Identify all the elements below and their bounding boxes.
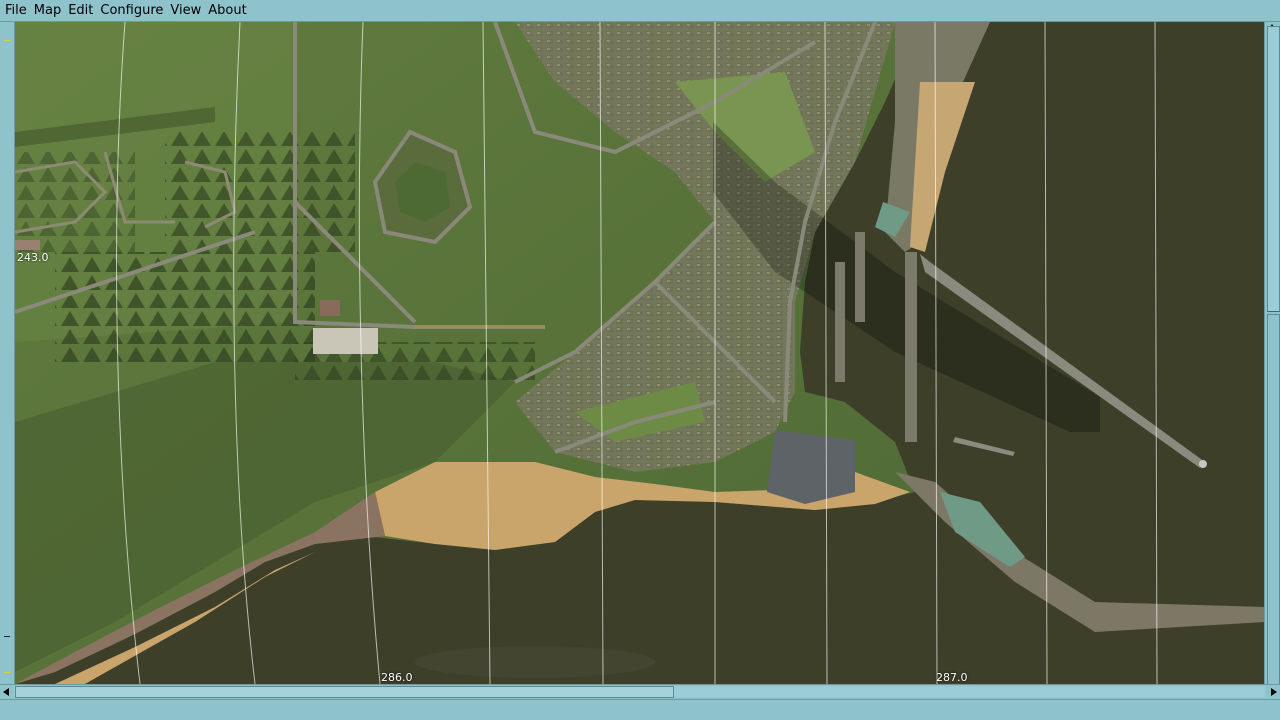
large-hangar (767, 430, 855, 504)
grid-label-x: 287.0 (936, 671, 968, 684)
ruler-marker (4, 40, 10, 41)
horizontal-scrollbar[interactable] (0, 684, 1280, 699)
horizontal-scroll-thumb[interactable] (15, 686, 674, 698)
jetty (905, 252, 917, 442)
ruler-marker (4, 636, 10, 637)
ruler-marker (4, 672, 10, 673)
vertical-scroll-thumb[interactable] (1267, 26, 1280, 312)
jetty (835, 262, 845, 382)
building (313, 328, 378, 354)
building (320, 300, 340, 316)
menu-about[interactable]: About (204, 0, 249, 21)
menu-configure[interactable]: Configure (96, 0, 166, 21)
menu-view[interactable]: View (166, 0, 204, 21)
grid-label-y: 243.0 (17, 251, 49, 264)
map-view[interactable]: 243.0 286.0 287.0 (15, 22, 1265, 684)
menu-bar: File Map Edit Configure View About (0, 0, 1280, 22)
map-canvas[interactable] (15, 22, 1265, 684)
vertical-scroll-track[interactable] (1267, 314, 1280, 696)
scroll-left-arrow-icon[interactable] (3, 688, 9, 696)
menu-edit[interactable]: Edit (64, 0, 96, 21)
lighthouse (1199, 460, 1207, 468)
building (15, 240, 40, 250)
menu-map[interactable]: Map (30, 0, 64, 21)
tree-cluster (55, 252, 315, 362)
left-ruler (0, 22, 15, 684)
scroll-right-arrow-icon[interactable] (1271, 688, 1277, 696)
vertical-scrollbar[interactable] (1264, 22, 1280, 696)
status-bar (0, 699, 1280, 720)
grid-label-x: 286.0 (381, 671, 413, 684)
sea-texture (415, 646, 655, 678)
menu-file[interactable]: File (0, 0, 30, 21)
jetty (855, 232, 865, 322)
